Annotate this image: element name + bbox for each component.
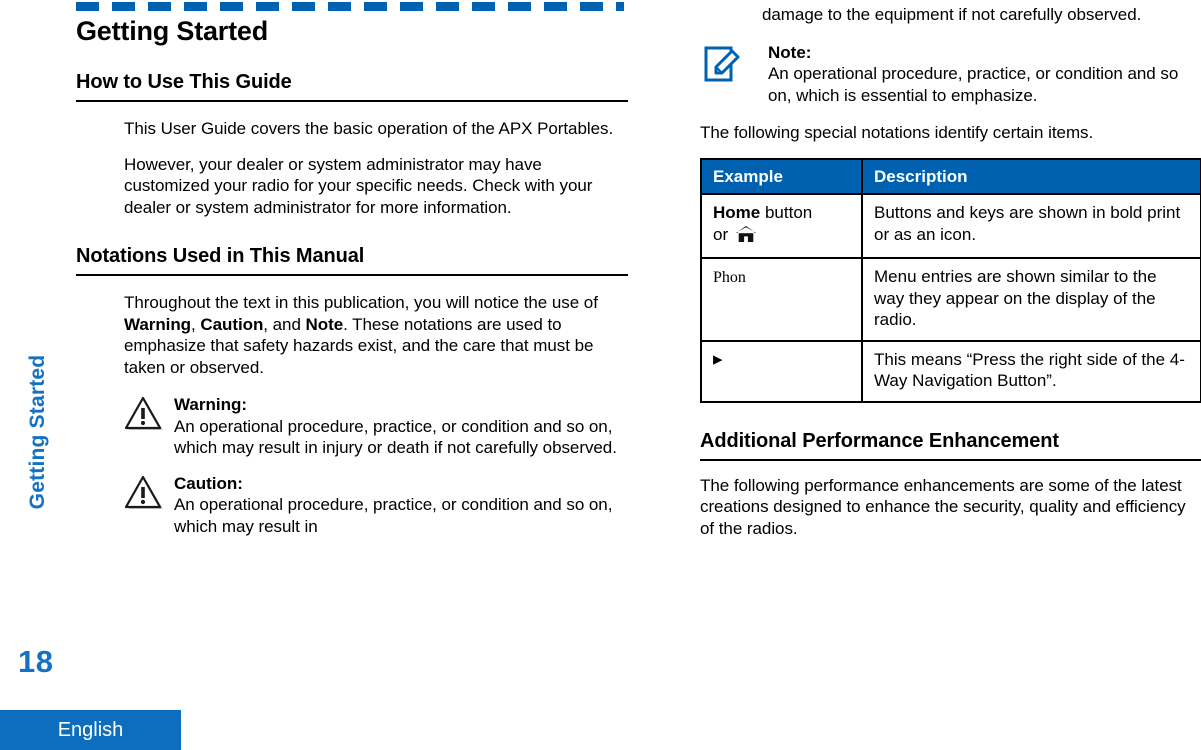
column-header-description: Description (861, 157, 1201, 195)
table-row: Phon Menu entries are shown similar to t… (700, 257, 1201, 342)
inline-bold-caution: Caution (200, 314, 264, 334)
inline-bold-warning: Warning (124, 314, 192, 334)
column-header-example: Example (700, 157, 863, 195)
top-dashed-rule (76, 2, 624, 11)
caution-admonition-body: Caution: An operational procedure, pract… (174, 473, 628, 538)
note-text: An operational procedure, practice, or c… (768, 64, 1179, 105)
paragraph-performance-enhancements: The following performance enhancements a… (700, 475, 1186, 538)
paragraph-caution-continued: damage to the equipment if not carefully… (762, 5, 1142, 24)
right-arrow-icon: ▸ (713, 348, 723, 370)
language-tab[interactable]: English (0, 710, 181, 750)
section-heading-how-to-use: How to Use This Guide (76, 70, 628, 102)
table-row: Home button or Buttons and keys are shown… (700, 193, 1201, 259)
home-button-suffix: button (760, 203, 813, 222)
warning-admonition-body: Warning: An operational procedure, pract… (174, 394, 628, 459)
caution-admonition: Caution: An operational procedure, pract… (124, 473, 628, 538)
home-icon (735, 225, 757, 249)
warning-text: An operational procedure, practice, or c… (174, 416, 617, 458)
cell-description-nav: This means “Press the right side of the … (861, 339, 1201, 403)
note-pencil-icon (700, 42, 768, 86)
section-heading-notations: Notations Used in This Manual (76, 244, 628, 276)
paragraph-user-guide-basics: This User Guide covers the basic operati… (124, 119, 614, 138)
sidebar-chapter-tab: Getting Started (26, 354, 49, 510)
page-number: 18 (18, 644, 54, 679)
warning-admonition: Warning: An operational procedure, pract… (124, 394, 628, 459)
warning-triangle-icon (124, 394, 174, 432)
inline-bold-note: Note (305, 314, 344, 334)
warning-title: Warning: (174, 395, 248, 414)
table-header-row: Example Description (700, 157, 1201, 195)
caution-text: An operational procedure, practice, or c… (174, 495, 613, 536)
caution-title: Caution: (174, 473, 243, 493)
chapter-title: Getting Started (76, 16, 269, 46)
menu-entry-sample: Phon (713, 269, 746, 286)
sidebar: Getting Started 18 English (0, 0, 181, 750)
paragraph-notations-intro: Throughout the text in this publication,… (124, 292, 628, 378)
cell-example-nav-arrow: ▸ (700, 339, 863, 403)
caution-triangle-icon (124, 473, 174, 511)
note-title: Note: (768, 42, 812, 62)
section-heading-additional-performance: Additional Performance Enhancement (700, 429, 1201, 461)
cell-description-buttons: Buttons and keys are shown in bold print… (861, 193, 1201, 259)
right-column: damage to the equipment if not carefully… (700, 0, 1201, 539)
paragraph-table-intro: The following special notations identify… (700, 123, 1094, 142)
notations-intro-part-3: , and (263, 314, 306, 334)
language-tab-label: English (57, 719, 124, 741)
notations-intro-part-2: , (191, 314, 201, 334)
notation-table: Example Description Home button or Button… (700, 157, 1201, 403)
left-column: Getting Started How to Use This Guide Th… (76, 14, 628, 537)
cell-description-menu: Menu entries are shown similar to the wa… (861, 257, 1201, 342)
cell-example-menu-entry: Phon (700, 257, 863, 342)
note-admonition: Note: An operational procedure, practice… (700, 42, 1201, 107)
notations-intro-part-1: Throughout the text in this publication,… (124, 293, 598, 312)
table-row: ▸ This means “Press the right side of th… (700, 339, 1201, 403)
home-bold-label: Home (713, 203, 761, 222)
note-admonition-body: Note: An operational procedure, practice… (768, 42, 1201, 107)
home-or-label: or (713, 224, 733, 244)
paragraph-dealer-customization: However, your dealer or system administr… (124, 154, 593, 217)
cell-example-home-button: Home button or (700, 193, 863, 259)
